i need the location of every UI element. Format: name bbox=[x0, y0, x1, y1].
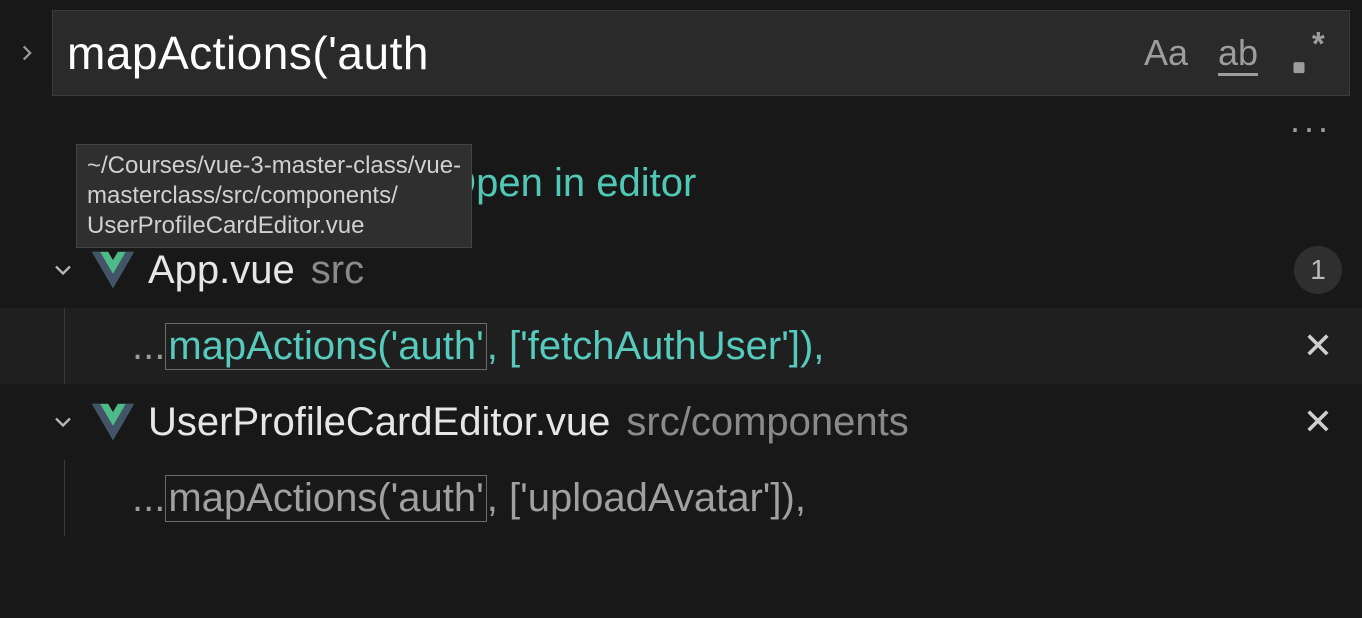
match-trailing-text: , ['uploadAvatar']), bbox=[487, 476, 806, 521]
file-name: UserProfileCardEditor.vue bbox=[148, 400, 610, 445]
file-result-row[interactable]: App.vue src 1 bbox=[0, 232, 1362, 308]
open-in-editor-link[interactable]: Open in editor bbox=[445, 161, 696, 206]
whole-word-toggle[interactable]: ab bbox=[1213, 28, 1263, 78]
regex-toggle[interactable]: * bbox=[1285, 28, 1335, 78]
match-result-row[interactable]: ...mapActions('auth', ['fetchAuthUser'])… bbox=[0, 308, 1362, 384]
match-count-badge: 1 bbox=[1294, 246, 1342, 294]
file-name: App.vue bbox=[148, 248, 295, 293]
match-result-row[interactable]: ...mapActions('auth', ['uploadAvatar']), bbox=[0, 460, 1362, 536]
more-actions-icon[interactable]: ... bbox=[1290, 102, 1332, 138]
match-highlight: mapActions('auth' bbox=[165, 475, 486, 522]
match-highlight: mapActions('auth' bbox=[165, 323, 486, 370]
match-trailing-text: , ['fetchAuthUser']), bbox=[487, 324, 825, 369]
file-path: src bbox=[311, 248, 364, 293]
match-prefix-ellipsis: ... bbox=[132, 476, 165, 521]
dismiss-match-button[interactable]: ✕ bbox=[1294, 325, 1342, 367]
dismiss-file-button[interactable]: ✕ bbox=[1294, 401, 1342, 443]
search-input[interactable] bbox=[67, 26, 1141, 80]
match-case-toggle[interactable]: Aa bbox=[1141, 28, 1191, 78]
chevron-down-icon[interactable] bbox=[48, 408, 78, 436]
vue-file-icon bbox=[92, 249, 134, 291]
search-input-container: Aa ab * bbox=[52, 10, 1350, 96]
vue-file-icon bbox=[92, 401, 134, 443]
tree-guide-line bbox=[64, 308, 65, 384]
chevron-down-icon[interactable] bbox=[48, 256, 78, 284]
file-path: src/components bbox=[626, 400, 908, 445]
tree-guide-line bbox=[64, 460, 65, 536]
svg-text:*: * bbox=[1312, 31, 1325, 62]
toggle-replace-chevron[interactable] bbox=[12, 40, 42, 66]
file-result-row[interactable]: UserProfileCardEditor.vue src/components… bbox=[0, 384, 1362, 460]
match-prefix-ellipsis: ... bbox=[132, 324, 165, 369]
